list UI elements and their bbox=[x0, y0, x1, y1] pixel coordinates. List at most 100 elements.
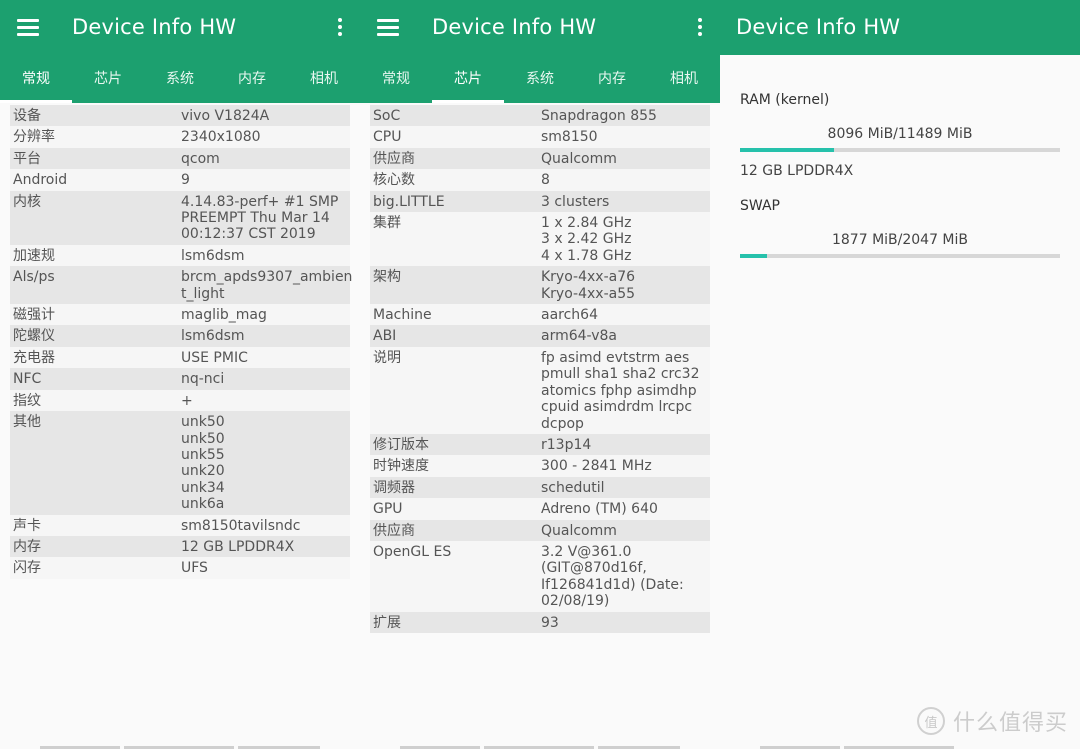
row-value-line: 1 x 2.84 GHz bbox=[541, 215, 632, 232]
ram-section: RAM (kernel) 8096 MiB/11489 MiB 12 GB LP… bbox=[740, 92, 1060, 179]
ram-progress-bar bbox=[740, 148, 1060, 152]
tab-bar: 常规 芯片 系统 内存 相机 bbox=[360, 56, 720, 103]
more-vert-icon[interactable] bbox=[330, 16, 350, 42]
tab-general[interactable]: 常规 bbox=[360, 56, 432, 103]
row-value-line: pmull sha1 sha2 crc32 bbox=[541, 366, 700, 383]
row-value-line: + bbox=[181, 392, 193, 409]
row-value-line: Qualcomm bbox=[541, 522, 617, 539]
row-value: maglib_mag bbox=[178, 304, 350, 325]
row-key: 其他 bbox=[13, 414, 41, 431]
row-value-line: PREEMPT Thu Mar 14 bbox=[181, 210, 330, 227]
row-value: 93 bbox=[538, 612, 710, 633]
table-row: 平台 qcom bbox=[10, 147, 350, 170]
tab-memory[interactable]: 内存 bbox=[216, 56, 288, 103]
tab-general[interactable]: 常规 bbox=[0, 56, 72, 103]
table-row: 内存 12 GB LPDDR4X bbox=[10, 535, 350, 558]
table-row: 其他 unk50 unk50 unk55 unk20 unk34 unk6a bbox=[10, 411, 350, 515]
tab-camera[interactable]: 相机 bbox=[288, 56, 360, 103]
ram-usage-text: 8096 MiB/11489 MiB bbox=[827, 126, 973, 142]
row-key: 内核 bbox=[13, 193, 41, 210]
row-key: 集群 bbox=[373, 215, 401, 232]
row-value: Qualcomm bbox=[538, 148, 710, 169]
row-value-line: 3.2 V@361.0 bbox=[541, 543, 632, 560]
table-row: big.LITTLE 3 clusters bbox=[370, 190, 710, 213]
table-row: NFC nq-nci bbox=[10, 368, 350, 390]
tab-system[interactable]: 系统 bbox=[504, 56, 576, 103]
row-value: Snapdragon 855 bbox=[538, 105, 710, 126]
row-key: big.LITTLE bbox=[373, 193, 445, 210]
row-value-line: sm8150tavilsndc bbox=[181, 517, 301, 534]
tab-soc[interactable]: 芯片 bbox=[72, 56, 144, 103]
row-value-line: unk20 bbox=[181, 463, 225, 480]
app-title: Device Info HW bbox=[72, 15, 237, 39]
hamburger-menu-icon[interactable] bbox=[14, 17, 42, 41]
row-value-line: Snapdragon 855 bbox=[541, 108, 657, 124]
row-value-line: aarch64 bbox=[541, 307, 598, 324]
tab-system[interactable]: 系统 bbox=[144, 56, 216, 103]
row-value-line: (GIT@870d16f, bbox=[541, 560, 647, 577]
panel-soc: Device Info HW 常规 芯片 系统 内存 相机 SoC Snapdra… bbox=[360, 0, 720, 749]
ram-title: RAM (kernel) bbox=[740, 92, 830, 108]
swap-section: SWAP 1877 MiB/2047 MiB bbox=[740, 198, 1060, 258]
row-value: 12 GB LPDDR4X bbox=[178, 536, 350, 557]
row-value: UFS bbox=[178, 557, 350, 578]
row-key: NFC bbox=[13, 371, 42, 388]
row-value: vivo V1824A bbox=[178, 105, 350, 126]
row-value-line: cpuid asimdrdm lrcpc bbox=[541, 399, 693, 416]
swap-progress-bar bbox=[740, 254, 1060, 258]
table-row: 核心数 8 bbox=[370, 169, 710, 191]
row-value-line: 00:12:37 CST 2019 bbox=[181, 226, 316, 243]
table-row: 供应商 Qualcomm bbox=[370, 519, 710, 541]
table-row: 扩展 93 bbox=[370, 611, 710, 633]
row-value-line: r13p14 bbox=[541, 436, 592, 453]
row-value-line: 12 GB LPDDR4X bbox=[181, 538, 295, 555]
tab-bar: 常规 芯片 系统 内存 相机 bbox=[0, 56, 360, 103]
panel-memory: Device Info HW RAM (kernel) 8096 MiB/114… bbox=[720, 0, 1080, 749]
tab-soc[interactable]: 芯片 bbox=[432, 56, 504, 103]
ram-progress-fill bbox=[740, 148, 835, 152]
row-value: brcm_apds9307_ambien t_light bbox=[178, 266, 358, 304]
table-row: 闪存 UFS bbox=[10, 557, 350, 579]
tab-memory[interactable]: 内存 bbox=[576, 56, 648, 103]
row-value-line: sm8150 bbox=[541, 129, 598, 146]
row-value-line: dcpop bbox=[541, 415, 584, 432]
table-row: Machine aarch64 bbox=[370, 304, 710, 326]
tab-camera[interactable]: 相机 bbox=[648, 56, 720, 103]
row-key: CPU bbox=[373, 129, 402, 146]
app-title: Device Info HW bbox=[432, 15, 597, 39]
row-value: lsm6dsm bbox=[178, 245, 350, 266]
table-row: 陀螺仪 lsm6dsm bbox=[10, 325, 350, 347]
row-key: 架构 bbox=[373, 269, 401, 286]
more-vert-icon[interactable] bbox=[690, 16, 710, 42]
row-value-line: arm64-v8a bbox=[541, 328, 617, 345]
row-value: 8 bbox=[538, 169, 710, 190]
table-row: 供应商 Qualcomm bbox=[370, 147, 710, 170]
row-value-line: fp asimd evtstrm aes bbox=[541, 349, 690, 366]
row-value: fp asimd evtstrm aes pmull sha1 sha2 crc3… bbox=[538, 347, 710, 434]
row-key: Als/ps bbox=[13, 269, 55, 286]
row-value-line: maglib_mag bbox=[181, 307, 267, 324]
row-value-line: brcm_apds9307_ambien bbox=[181, 269, 353, 286]
row-value-line: 3 x 2.42 GHz bbox=[541, 231, 632, 248]
row-value-line: unk34 bbox=[181, 479, 225, 496]
watermark-text: 什么值得买 bbox=[952, 711, 1068, 736]
hamburger-menu-icon[interactable] bbox=[374, 17, 402, 41]
row-key: 核心数 bbox=[373, 172, 415, 189]
row-value: 2340x1080 bbox=[178, 126, 350, 147]
row-key: 充电器 bbox=[13, 349, 55, 366]
row-key: 调频器 bbox=[373, 479, 415, 496]
table-row: Android 9 bbox=[10, 169, 350, 191]
watermark-logo-icon bbox=[916, 707, 945, 735]
table-row: 修订版本 r13p14 bbox=[370, 433, 710, 456]
row-value: + bbox=[178, 390, 350, 411]
row-key: ABI bbox=[373, 328, 397, 345]
row-key: 内存 bbox=[13, 538, 41, 555]
row-value-line: t_light bbox=[181, 285, 225, 302]
app-bar: Device Info HW 常规 芯片 系统 内存 相机 bbox=[0, 0, 360, 103]
row-key: 扩展 bbox=[373, 614, 401, 631]
table-row: 内核 4.14.83-perf+ #1 SMP PREEMPT Thu Mar 14… bbox=[10, 190, 350, 245]
row-value-line: unk6a bbox=[181, 496, 225, 513]
table-row: 调频器 schedutil bbox=[370, 476, 710, 499]
row-value-line: lsm6dsm bbox=[181, 328, 245, 345]
row-key: 陀螺仪 bbox=[13, 328, 55, 345]
